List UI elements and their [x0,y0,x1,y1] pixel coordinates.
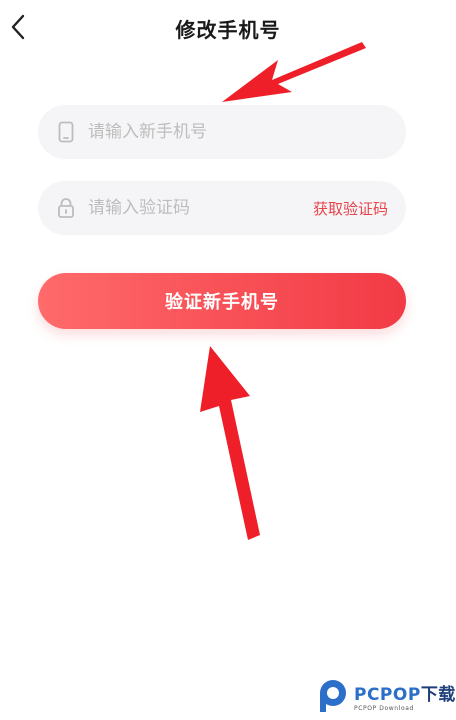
verify-new-phone-button[interactable]: 验证新手机号 [38,273,406,329]
watermark-brand: PCPOP [354,685,421,705]
watermark-brand-suffix: 下载 [420,685,456,705]
code-field[interactable]: 获取验证码 [38,181,406,235]
get-code-button[interactable]: 获取验证码 [313,198,388,219]
pcpop-logo-icon [320,680,346,712]
page-title: 修改手机号 [175,18,281,42]
phone-icon [56,120,76,144]
lock-icon [56,196,76,220]
phone-field[interactable] [38,105,406,159]
watermark-logo: PCPOP下载 PCPOP Download [316,678,456,714]
code-input[interactable] [88,181,313,235]
change-phone-page: 修改手机号 获取验证码 验证新手机号 [0,0,456,720]
watermark-subtitle: PCPOP Download [354,705,414,712]
phone-input[interactable] [88,105,406,159]
